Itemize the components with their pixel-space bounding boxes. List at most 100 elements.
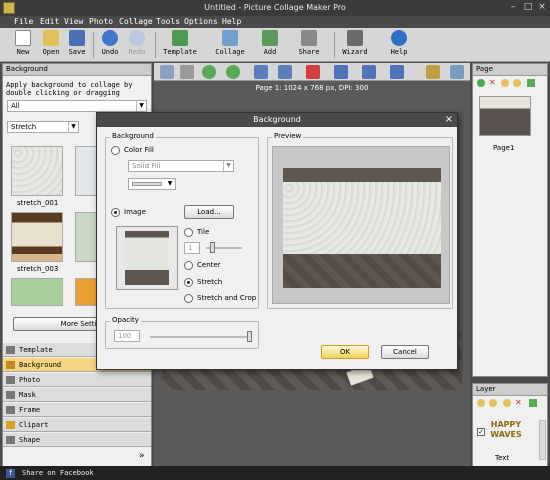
share-facebook-link[interactable]: Share on Facebook [22,469,94,477]
menu-edit[interactable]: Edit [40,17,59,26]
layer-thumbnail[interactable]: HAPPY WAVES [487,420,525,440]
maximize-icon[interactable]: □ [521,2,535,13]
color-fill-radio[interactable] [111,146,120,155]
refresh-layer-icon[interactable] [529,399,537,407]
page-panel: Page ✕ Page1 [472,63,548,377]
layer-panel-header: Layer [473,384,547,396]
distribute-icon[interactable] [362,65,376,79]
mode-select[interactable]: Stretch ▼ [7,121,79,133]
opacity-slider-track[interactable] [150,336,252,338]
move-up-icon[interactable] [202,65,216,79]
redo-icon [129,30,145,46]
add-photo-icon [262,30,278,46]
layer-scrollbar[interactable] [539,420,546,460]
tab-shape[interactable]: Shape [3,433,151,447]
image-radio[interactable] [111,208,120,217]
layer-visible-checkbox[interactable]: ✓ [477,428,485,436]
menu-file[interactable]: File [14,17,33,26]
fill-type-select[interactable]: Solid Fill ▼ [128,160,234,172]
undo-button[interactable]: Undo [97,30,123,56]
template-icon [172,30,188,46]
load-button[interactable]: Load... [184,205,234,219]
layer-up-icon[interactable] [477,399,485,407]
page-thumbnail-label: Page1 [493,144,515,152]
tile-count-input[interactable]: 1 [184,242,200,254]
template-icon [6,346,15,354]
save-button[interactable]: Save [64,30,90,56]
menu-photo[interactable]: Photo [89,17,113,26]
page-down-icon[interactable] [513,79,521,87]
cancel-button[interactable]: Cancel [381,345,429,359]
stretch-crop-radio[interactable] [184,294,193,303]
ok-button[interactable]: OK [321,345,369,359]
share-button[interactable]: Share [294,30,324,56]
stretch-label: Stretch [197,278,223,286]
delete-page-icon[interactable]: ✕ [489,79,497,87]
preview-canvas [283,168,441,288]
open-button[interactable]: Open [38,30,64,56]
thumbnail-stretch-001[interactable] [11,146,63,196]
new-button[interactable]: New [10,30,36,56]
tile-radio[interactable] [184,228,193,237]
help-button[interactable]: Help [386,30,412,56]
menu-view[interactable]: View [64,17,83,26]
thumbnail-item[interactable] [75,212,97,262]
left-panel-header: Background [3,64,151,76]
select-tool-icon[interactable] [160,65,174,79]
wizard-button[interactable]: Wizard [340,30,370,56]
close-icon[interactable]: × [443,114,455,126]
redo-button[interactable]: Redo [124,30,150,56]
zoom-icon[interactable] [426,65,440,79]
menu-help[interactable]: Help [222,17,241,26]
center-radio[interactable] [184,261,193,270]
tab-mask[interactable]: Mask [3,388,151,402]
layout-icon[interactable] [390,65,404,79]
layer-down-icon[interactable] [489,399,497,407]
chevron-down-icon: ▼ [167,180,173,187]
stretch-radio[interactable] [184,278,193,287]
center-label: Center [197,261,221,269]
bring-front-icon[interactable] [254,65,268,79]
color-picker[interactable]: ▼ [128,178,176,190]
tab-photo[interactable]: Photo [3,373,151,387]
thumbnail-item[interactable] [11,278,63,306]
opacity-slider-thumb[interactable] [247,331,252,342]
tab-clipart[interactable]: Clipart [3,418,151,432]
thumbnail-stretch-003[interactable] [11,212,63,262]
fit-icon[interactable] [450,65,464,79]
page-thumbnail[interactable] [479,96,531,136]
title-bar: Untitled - Picture Collage Maker Pro – □… [0,0,550,16]
align-icon[interactable] [334,65,348,79]
close-window-icon[interactable]: × [535,2,549,13]
template-button[interactable]: Template [162,30,198,56]
crop-tool-icon[interactable] [180,65,194,79]
collage-button[interactable]: Collage [212,30,248,56]
tile-slider-thumb[interactable] [210,242,215,253]
refresh-icon[interactable] [527,79,535,87]
delete-layer-icon[interactable]: ✕ [515,399,523,407]
color-fill-label: Color Fill [124,146,154,154]
layer-top-icon[interactable] [503,399,511,407]
tab-frame[interactable]: Frame [3,403,151,417]
minimize-icon[interactable]: – [506,2,520,13]
add-page-icon[interactable] [477,79,485,87]
opacity-input[interactable]: 100 [114,330,140,342]
thumbnail-item[interactable] [75,146,97,196]
expand-chevron-icon[interactable]: » [139,451,145,461]
chevron-down-icon: ▼ [223,161,233,171]
background-group: Background Color Fill Solid Fill ▼ ▼ Imag… [105,132,259,309]
preview-group: Preview [267,132,453,309]
send-back-icon[interactable] [278,65,292,79]
facebook-icon[interactable]: f [6,469,15,478]
thumbnail-item[interactable] [75,278,97,306]
image-label: Image [124,208,146,216]
filter-select[interactable]: All ▼ [7,100,147,112]
delete-icon[interactable] [306,65,320,79]
page-up-icon[interactable] [501,79,509,87]
move-down-icon[interactable] [226,65,240,79]
menu-collage[interactable]: Collage [119,17,153,26]
menu-options[interactable]: Options [184,17,218,26]
menu-tools[interactable]: Tools [156,17,180,26]
folder-icon [43,30,59,46]
add-button[interactable]: Add [257,30,283,56]
